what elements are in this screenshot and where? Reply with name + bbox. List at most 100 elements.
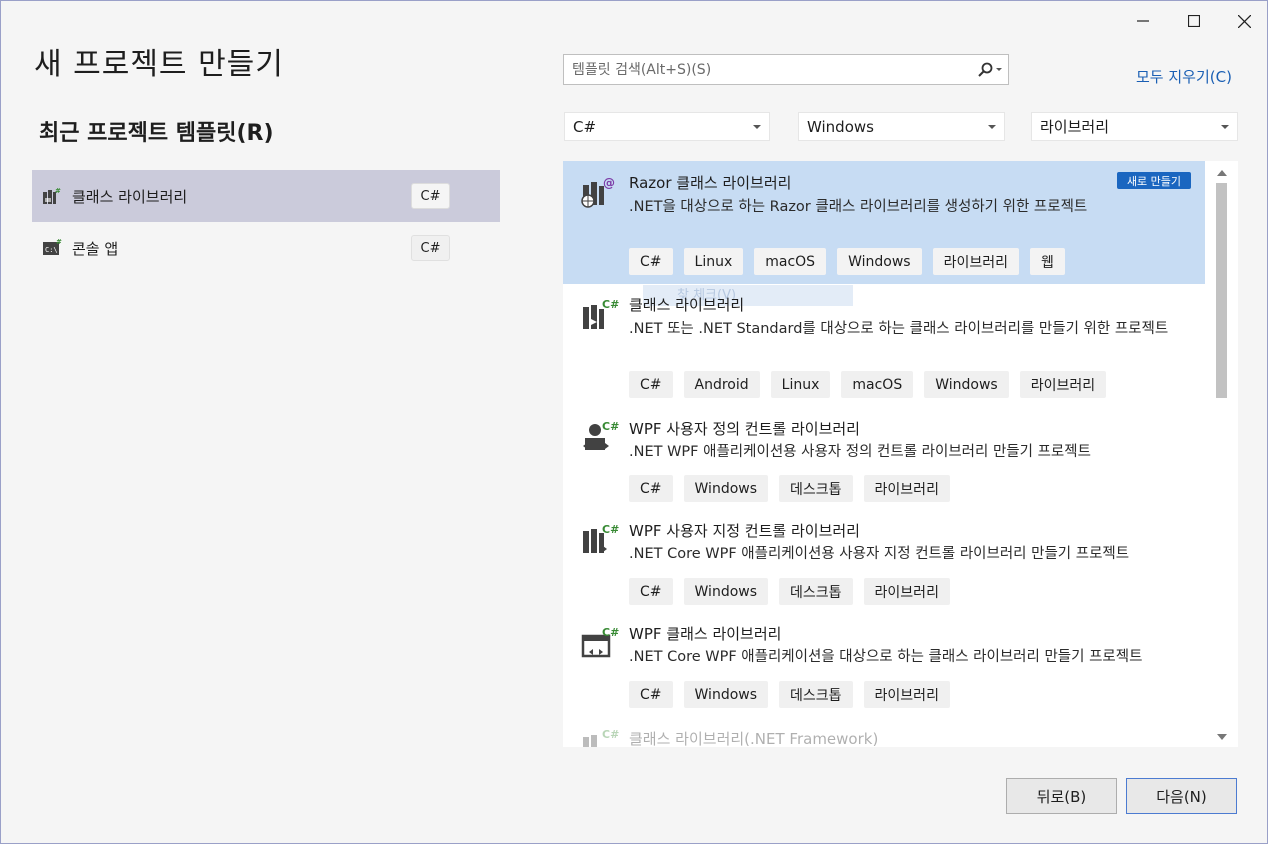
svg-text:C#: C# <box>602 728 619 741</box>
template-item-class-library[interactable]: C# 클래스 라이브러리 .NET 또는 .NET Standard를 대상으로… <box>563 284 1205 408</box>
template-list-scrollbar[interactable] <box>1205 161 1238 747</box>
chevron-down-icon <box>1221 124 1229 129</box>
clear-all-link[interactable]: 모두 지우기(C) <box>1136 66 1232 87</box>
tag: 라이브러리 <box>863 475 950 502</box>
svg-text:#: # <box>55 187 61 195</box>
chevron-down-icon <box>988 124 996 129</box>
recent-templates-list: # 클래스 라이브러리 C# C:\ # 콘솔 앱 C# <box>32 170 500 274</box>
tag: Linux <box>683 248 744 275</box>
tag: 라이브러리 <box>863 578 950 605</box>
template-tags: C# Windows 데스크톱 라이브러리 <box>629 681 950 708</box>
tag: Windows <box>924 371 1009 398</box>
wpf-custom-control-icon: C# <box>583 420 619 450</box>
tag: Linux <box>770 371 831 398</box>
template-title: Razor 클래스 라이브러리 <box>629 174 792 192</box>
wpf-user-control-icon: C# <box>583 523 619 553</box>
tag: Windows <box>837 248 922 275</box>
tag: Android <box>683 371 760 398</box>
tag: 라이브러리 <box>1019 371 1107 398</box>
template-description: .NET 또는 .NET Standard를 대상으로 하는 클래스 라이브러리… <box>629 321 1169 337</box>
svg-text:#: # <box>56 238 62 246</box>
template-title: WPF 사용자 정의 컨트롤 라이브러리 <box>629 420 860 438</box>
template-search-input[interactable] <box>564 61 972 78</box>
tag: C# <box>629 681 673 708</box>
tag: C# <box>629 248 673 275</box>
scroll-down-icon[interactable] <box>1217 734 1227 740</box>
chevron-down-icon <box>753 124 761 129</box>
template-tags: C# Android Linux macOS Windows 라이브러리 <box>629 371 1107 398</box>
language-filter-dropdown[interactable]: C# <box>564 112 770 141</box>
search-icon <box>978 62 1002 77</box>
new-project-dialog: 새 프로젝트 만들기 최근 프로젝트 템플릿(R) # 클래스 라이브러리 C# <box>0 0 1268 844</box>
minimize-button[interactable] <box>1131 9 1155 33</box>
class-library-icon: C# <box>583 298 619 329</box>
language-badge: C# <box>411 235 450 261</box>
recent-item-console-app[interactable]: C:\ # 콘솔 앱 C# <box>32 222 500 274</box>
svg-text:C#: C# <box>602 298 619 311</box>
template-tags: C# Windows 데스크톱 라이브러리 <box>629 578 950 605</box>
razor-class-library-icon: @ <box>581 176 615 208</box>
svg-text:C#: C# <box>602 626 619 639</box>
tag: 데스크톱 <box>779 681 853 708</box>
search-options-button[interactable] <box>972 55 1008 84</box>
tag: Windows <box>683 681 769 708</box>
recent-item-label: 클래스 라이브러리 <box>72 187 188 206</box>
platform-filter-value: Windows <box>807 117 874 136</box>
template-title: WPF 클래스 라이브러리 <box>629 625 782 643</box>
tag: 라이브러리 <box>932 248 1019 275</box>
svg-text:@: @ <box>603 176 615 190</box>
project-type-filter-value: 라이브러리 <box>1040 118 1110 136</box>
tag: Windows <box>683 578 769 605</box>
template-title: 클래스 라이브러리 <box>629 296 745 314</box>
template-tags: C# Linux macOS Windows 라이브러리 웹 <box>629 248 1065 275</box>
template-description: .NET WPF 애플리케이션용 사용자 정의 컨트롤 라이브러리 만들기 프로… <box>629 444 1091 460</box>
back-button[interactable]: 뒤로(B) <box>1006 778 1117 814</box>
recent-templates-heading: 최근 프로젝트 템플릿(R) <box>39 121 274 146</box>
template-tags: C# Windows 데스크톱 라이브러리 <box>629 475 950 502</box>
close-icon <box>1237 14 1251 28</box>
wpf-class-library-icon: C# <box>581 626 619 658</box>
maximize-button[interactable] <box>1182 9 1206 33</box>
template-item-wpf-user-control-library[interactable]: C# WPF 사용자 지정 컨트롤 라이브러리 .NET Core WPF 애플… <box>563 511 1205 614</box>
class-library-framework-icon: C# <box>583 728 619 747</box>
template-description: .NET Core WPF 애플리케이션을 대상으로 하는 클래스 라이브러리 … <box>629 649 1143 665</box>
close-button[interactable] <box>1232 9 1256 33</box>
platform-filter-dropdown[interactable]: Windows <box>798 112 1005 141</box>
template-title: WPF 사용자 지정 컨트롤 라이브러리 <box>629 522 860 540</box>
new-badge: 새로 만들기 <box>1117 172 1191 189</box>
recent-item-class-library[interactable]: # 클래스 라이브러리 C# <box>32 170 500 222</box>
language-filter-value: C# <box>573 117 597 136</box>
tag: macOS <box>841 371 914 398</box>
template-item-razor-class-library[interactable]: @ Razor 클래스 라이브러리 .NET을 대상으로 하는 Razor 클래… <box>563 161 1205 284</box>
tag: C# <box>629 371 673 398</box>
language-badge: C# <box>411 183 450 209</box>
tag: C# <box>629 475 673 502</box>
project-type-filter-dropdown[interactable]: 라이브러리 <box>1031 112 1238 141</box>
svg-text:C:\: C:\ <box>45 246 58 254</box>
tag: Windows <box>683 475 769 502</box>
template-list: @ Razor 클래스 라이브러리 .NET을 대상으로 하는 Razor 클래… <box>563 161 1238 747</box>
template-item-wpf-custom-control-library[interactable]: C# WPF 사용자 정의 컨트롤 라이브러리 .NET WPF 애플리케이션용… <box>563 408 1205 511</box>
maximize-icon <box>1188 15 1200 27</box>
tag: 웹 <box>1029 248 1065 275</box>
page-title: 새 프로젝트 만들기 <box>34 47 284 82</box>
tag: macOS <box>754 248 827 275</box>
template-search-box <box>563 54 1009 85</box>
console-app-icon: C:\ # <box>42 237 64 259</box>
template-description: .NET을 대상으로 하는 Razor 클래스 라이브러리를 생성하기 위한 프… <box>629 199 1088 215</box>
tag: 데스크톱 <box>779 475 853 502</box>
template-title: 클래스 라이브러리(.NET Framework) <box>629 730 879 747</box>
template-item-wpf-class-library[interactable]: C# WPF 클래스 라이브러리 .NET Core WPF 애플리케이션을 대… <box>563 614 1205 717</box>
svg-text:C#: C# <box>602 523 619 536</box>
class-library-icon: # <box>42 185 64 207</box>
scroll-up-icon[interactable] <box>1217 170 1227 176</box>
tag: 데스크톱 <box>779 578 853 605</box>
tag: 라이브러리 <box>863 681 950 708</box>
svg-text:C#: C# <box>602 420 619 433</box>
template-item-class-library-framework[interactable]: C# 클래스 라이브러리(.NET Framework) <box>563 717 1205 747</box>
minimize-icon <box>1137 20 1149 22</box>
next-button[interactable]: 다음(N) <box>1126 778 1237 814</box>
template-description: .NET Core WPF 애플리케이션용 사용자 지정 컨트롤 라이브러리 만… <box>629 546 1130 562</box>
scroll-thumb[interactable] <box>1216 183 1227 398</box>
tag: C# <box>629 578 673 605</box>
